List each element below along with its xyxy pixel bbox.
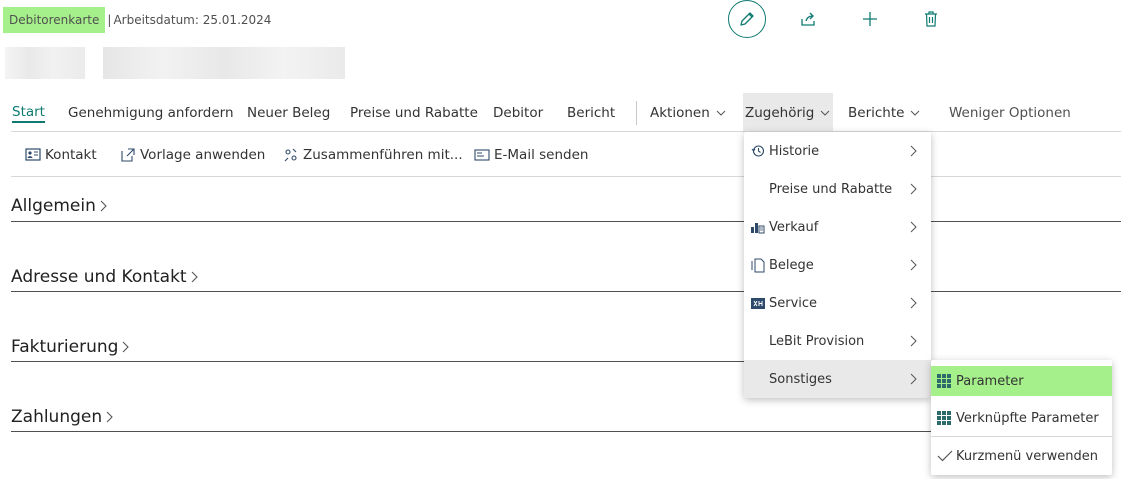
redacted-customer-name bbox=[103, 47, 345, 79]
section-payments[interactable]: Zahlungen bbox=[11, 407, 114, 427]
section-address-contact[interactable]: Adresse und Kontakt bbox=[11, 267, 199, 287]
chevron-right-icon bbox=[98, 198, 108, 214]
chevron-down-icon bbox=[909, 107, 921, 119]
menu-bar: Start Genehmigung anfordern Neuer Beleg … bbox=[0, 93, 1121, 133]
top-actions bbox=[728, 0, 937, 38]
dropdown-item-prices-discounts[interactable]: Preise und Rabatte bbox=[744, 170, 931, 208]
chevron-right-icon bbox=[908, 182, 920, 196]
checkmark-icon bbox=[937, 448, 953, 464]
grid-icon bbox=[937, 410, 953, 426]
share-button[interactable] bbox=[798, 9, 818, 29]
chevron-right-icon bbox=[120, 339, 130, 355]
work-date[interactable]: Arbeitsdatum: 25.01.2024 bbox=[113, 13, 271, 27]
menu-prices-discounts[interactable]: Preise und Rabatte bbox=[350, 93, 478, 133]
plus-icon bbox=[863, 12, 877, 26]
tab-start[interactable]: Start bbox=[12, 93, 45, 133]
header-line: Debitorenkarte | Arbeitsdatum: 25.01.202… bbox=[3, 6, 271, 34]
trash-icon bbox=[925, 11, 937, 27]
miscellaneous-submenu: Parameter Verknüpfte Parameter Kurzmenü … bbox=[931, 360, 1112, 475]
dropdown-item-history[interactable]: Historie bbox=[744, 132, 931, 170]
submenu-item-use-short-menu[interactable]: Kurzmenü verwenden bbox=[931, 438, 1112, 474]
chevron-right-icon bbox=[908, 334, 920, 348]
menu-divider bbox=[636, 101, 637, 125]
related-dropdown: Historie Preise und Rabatte Verkauf Bele… bbox=[744, 132, 931, 398]
merge-with-button[interactable]: Zusammenführen mit... bbox=[283, 135, 463, 175]
chevron-right-icon bbox=[908, 220, 920, 234]
chevron-right-icon bbox=[104, 409, 114, 425]
dropdown-item-service[interactable]: Service bbox=[744, 284, 931, 322]
page-title: Debitorenkarte bbox=[3, 7, 106, 33]
menu-related[interactable]: Zugehörig bbox=[743, 93, 834, 133]
share-icon bbox=[801, 12, 815, 26]
merge-icon bbox=[284, 148, 297, 162]
service-icon bbox=[749, 294, 767, 312]
dropdown-item-miscellaneous[interactable]: Sonstiges bbox=[744, 360, 931, 398]
section-general[interactable]: Allgemein bbox=[11, 196, 108, 216]
document-icon bbox=[749, 256, 767, 274]
new-button[interactable] bbox=[860, 9, 880, 29]
menu-new-document[interactable]: Neuer Beleg bbox=[247, 93, 330, 133]
dropdown-item-sales[interactable]: Verkauf bbox=[744, 208, 931, 246]
chevron-down-icon bbox=[819, 107, 831, 119]
section-invoicing[interactable]: Fakturierung bbox=[11, 337, 130, 357]
submenu-item-linked-parameters[interactable]: Verknüpfte Parameter bbox=[931, 400, 1112, 436]
action-bar-rule bbox=[11, 176, 1121, 177]
template-icon bbox=[121, 148, 135, 162]
chevron-right-icon bbox=[908, 258, 920, 272]
dropdown-item-documents[interactable]: Belege bbox=[744, 246, 931, 284]
contact-card-icon bbox=[25, 148, 41, 161]
contact-button[interactable]: Kontakt bbox=[25, 135, 97, 175]
menu-actions[interactable]: Aktionen bbox=[650, 93, 727, 133]
chevron-right-icon bbox=[189, 269, 199, 285]
delete-button[interactable] bbox=[921, 9, 941, 29]
email-icon bbox=[474, 149, 490, 161]
sales-icon bbox=[749, 218, 767, 236]
section-rule bbox=[11, 291, 1121, 292]
chevron-right-icon bbox=[908, 144, 920, 158]
menu-fewer-options[interactable]: Weniger Optionen bbox=[949, 93, 1071, 133]
apply-template-button[interactable]: Vorlage anwenden bbox=[120, 135, 265, 175]
header-separator: | bbox=[107, 13, 112, 27]
menu-reports[interactable]: Berichte bbox=[848, 93, 921, 133]
edit-button[interactable] bbox=[728, 0, 766, 38]
chevron-down-icon bbox=[715, 107, 727, 119]
chevron-right-icon bbox=[908, 296, 920, 310]
submenu-item-parameter[interactable]: Parameter bbox=[931, 366, 1112, 396]
chevron-right-icon bbox=[908, 372, 920, 386]
menu-rule bbox=[11, 131, 1121, 132]
send-email-button[interactable]: E-Mail senden bbox=[474, 135, 588, 175]
edit-icon bbox=[740, 12, 754, 26]
submenu-divider bbox=[931, 436, 1112, 437]
redacted-customer-number bbox=[5, 47, 85, 79]
section-rule bbox=[11, 431, 931, 432]
history-icon bbox=[749, 142, 767, 160]
section-rule bbox=[11, 221, 1121, 222]
menu-customer[interactable]: Debitor bbox=[493, 93, 543, 133]
grid-icon bbox=[937, 373, 953, 389]
dropdown-item-lebit-provision[interactable]: LeBit Provision bbox=[744, 322, 931, 360]
menu-request-approval[interactable]: Genehmigung anfordern bbox=[68, 93, 234, 133]
menu-report[interactable]: Bericht bbox=[567, 93, 615, 133]
action-bar: Kontakt Vorlage anwenden Zusammenführen … bbox=[0, 135, 740, 175]
